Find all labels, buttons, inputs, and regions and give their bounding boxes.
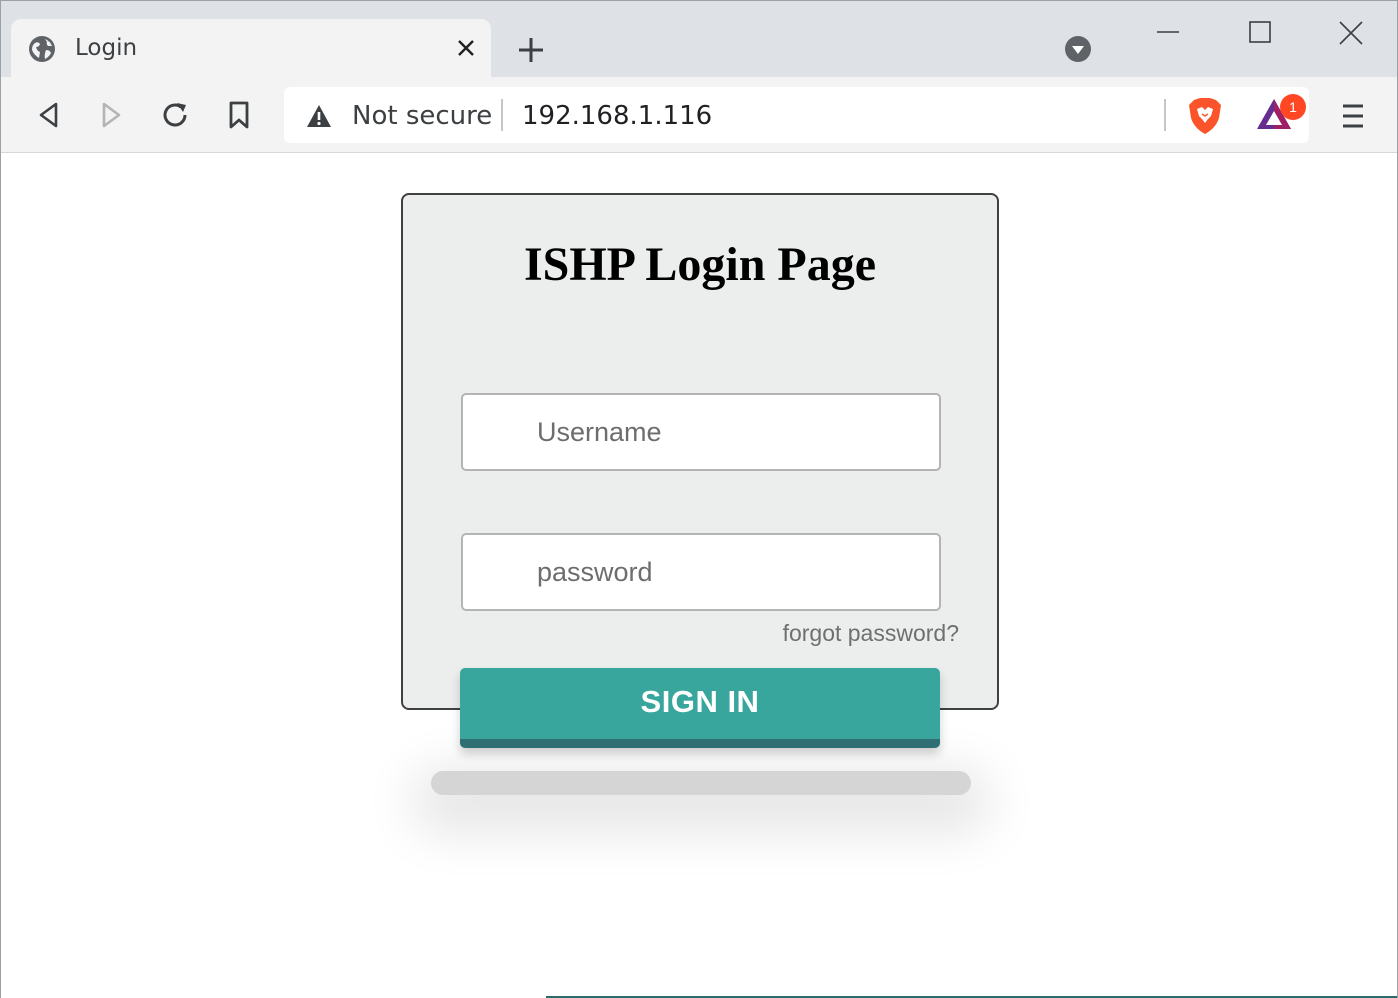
globe-icon [29, 36, 55, 62]
card-shadow [431, 771, 971, 795]
login-card: ISHP Login Page forgot password? [401, 193, 999, 710]
browser-toolbar: Not secure 192.168.1.116 1 [1, 77, 1397, 153]
sign-in-label: SIGN IN [640, 683, 760, 719]
sign-in-button[interactable]: SIGN IN [460, 668, 940, 748]
plus-icon[interactable] [515, 34, 547, 66]
address-bar[interactable]: Not secure 192.168.1.116 1 [284, 87, 1309, 143]
window-close-icon[interactable] [1337, 19, 1365, 47]
page-content: ISHP Login Page forgot password? SIGN IN [1, 153, 1397, 998]
forgot-password-link[interactable]: forgot password? [783, 620, 959, 647]
username-input[interactable] [461, 393, 941, 471]
close-icon[interactable] [453, 35, 479, 61]
page-title: ISHP Login Page [523, 238, 877, 291]
maximize-icon[interactable] [1247, 19, 1273, 45]
back-icon[interactable] [33, 99, 65, 131]
url-text[interactable]: 192.168.1.116 [522, 101, 712, 131]
omnibox-divider [1164, 99, 1166, 131]
omnibox-divider [501, 99, 503, 131]
brave-shields-icon[interactable] [1186, 96, 1224, 136]
browser-window: Login Not secure 192.168.1.116 1 ISHP Lo… [0, 0, 1398, 998]
warning-icon[interactable] [306, 104, 332, 128]
password-input[interactable] [461, 533, 941, 611]
bookmark-icon[interactable] [223, 99, 255, 131]
tab-search-icon[interactable] [1063, 34, 1093, 64]
tab-title: Login [75, 35, 138, 61]
minimize-icon[interactable] [1155, 19, 1181, 45]
reload-icon[interactable] [159, 99, 191, 131]
forward-icon[interactable] [95, 99, 127, 131]
tab-login[interactable]: Login [11, 19, 491, 77]
tab-strip: Login [1, 1, 1397, 77]
hamburger-menu-icon[interactable] [1337, 101, 1369, 131]
security-label[interactable]: Not secure [352, 101, 492, 131]
rewards-badge: 1 [1280, 94, 1306, 120]
